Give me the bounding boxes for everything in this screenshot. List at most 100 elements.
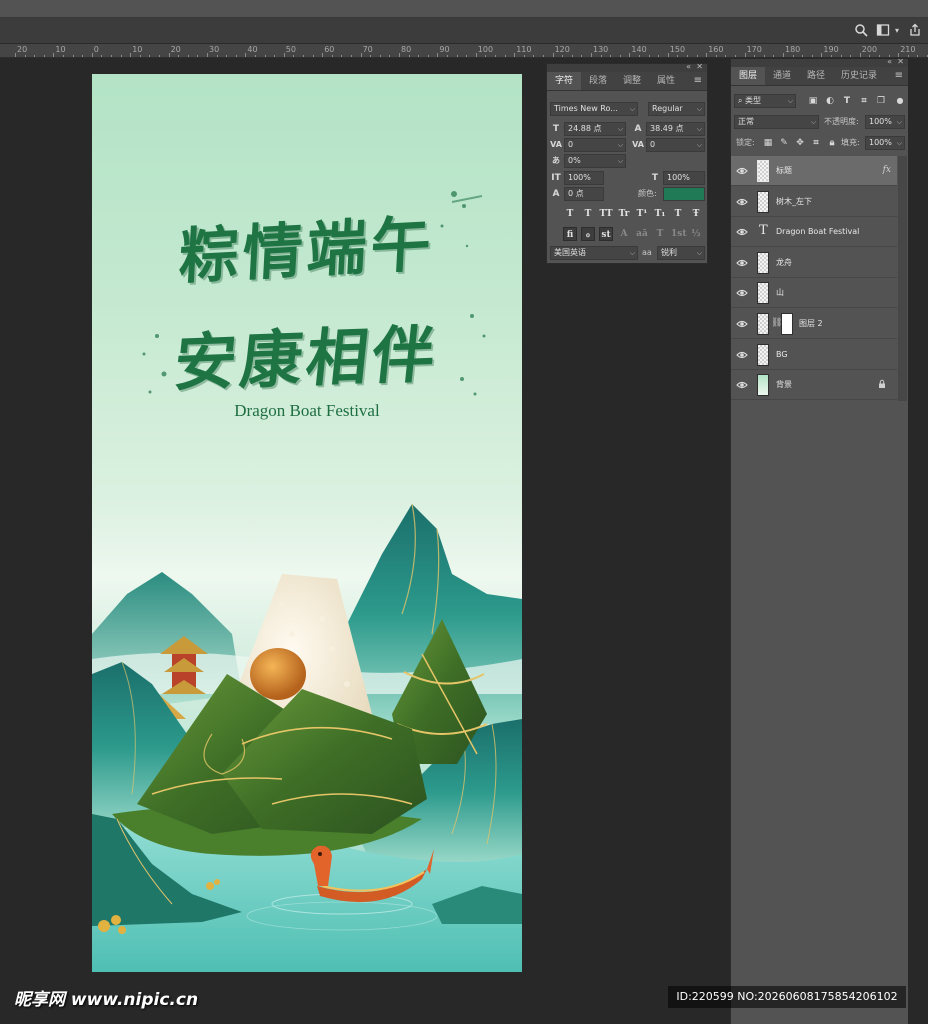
search-icon[interactable]	[853, 23, 869, 39]
ruler-minor-tick	[120, 55, 122, 57]
layer-effects-icon[interactable]: fx	[883, 165, 891, 175]
filter-shape-icon[interactable]: ⌗	[857, 94, 871, 108]
share-icon[interactable]	[907, 23, 923, 39]
lock-transparent-icon[interactable]: ▦	[761, 136, 775, 150]
tab-history[interactable]: 历史记录	[833, 67, 885, 85]
opentype-button[interactable]: fi	[563, 227, 577, 241]
tab-character[interactable]: 字符	[547, 72, 582, 90]
opentype-button[interactable]: aā	[635, 227, 649, 241]
ruler-tick	[744, 53, 746, 57]
ruler-tick-label: 20	[170, 45, 181, 54]
filter-type-icon[interactable]: T	[840, 94, 854, 108]
font-family-select[interactable]: Times New Ro... ⌵	[550, 102, 638, 116]
tab-properties[interactable]: 属性	[649, 72, 683, 90]
layer-row[interactable]: 树木_左下	[731, 186, 897, 217]
visibility-eye-icon[interactable]	[736, 379, 748, 391]
collapse-icon[interactable]: «	[887, 57, 892, 66]
panel-menu-icon[interactable]: ≡	[694, 75, 702, 86]
type-style-button[interactable]: T¹	[635, 207, 649, 221]
horizontal-scale-field[interactable]: 100%	[663, 171, 705, 185]
document-canvas[interactable]: 粽情端午 安康相伴 Dragon Boat Festival	[92, 74, 522, 972]
lock-all-icon[interactable]: 🔒︎	[825, 136, 839, 150]
text-color-swatch[interactable]	[663, 187, 705, 201]
panel-header-strip[interactable]: « ✕	[547, 62, 707, 72]
type-style-button[interactable]: T	[671, 207, 685, 221]
blend-mode-select[interactable]: 正常 ⌵	[734, 115, 819, 129]
visibility-eye-icon[interactable]	[736, 226, 748, 238]
lock-artboard-icon[interactable]: ⌗	[809, 136, 823, 150]
layer-filter-select[interactable]: ⌕ 类型 ⌵	[734, 94, 796, 108]
visibility-eye-icon[interactable]	[736, 165, 748, 177]
tsume-field[interactable]: 0% ⌵	[564, 154, 626, 168]
type-style-button[interactable]: T	[581, 207, 595, 221]
layer-row[interactable]: ⛓ 图层 2	[731, 309, 897, 339]
layers-scrollbar[interactable]	[898, 156, 907, 401]
layer-row[interactable]: T Dragon Boat Festival	[731, 217, 897, 248]
tab-layers[interactable]: 图层	[731, 67, 766, 85]
opentype-button[interactable]: A	[617, 227, 631, 241]
language-select[interactable]: 美国英语 ⌵	[550, 246, 638, 260]
type-style-button[interactable]: Ŧ	[689, 207, 703, 221]
layer-row[interactable]: 山	[731, 278, 897, 309]
opacity-field[interactable]: 100% ⌵	[865, 115, 905, 129]
filter-smart-object-icon[interactable]: ❐	[874, 94, 888, 108]
horizontal-ruler[interactable]: 20 10 0 10 20 30 40 50 60 70 80 90 100 110 120 130 140 15…	[0, 44, 928, 58]
type-style-button[interactable]: TT	[599, 207, 613, 221]
ruler-minor-tick	[351, 55, 352, 57]
character-panel-tabs: 字符 段落 调整 属性 ≡	[547, 72, 707, 91]
leading-field[interactable]: 38.49 点 ⌵	[646, 122, 705, 136]
opentype-button[interactable]: ½	[689, 227, 703, 241]
layers-panel-header-strip[interactable]: « ✕	[731, 57, 908, 67]
options-bar: ▾	[0, 18, 928, 44]
tab-channels[interactable]: 通道	[765, 67, 799, 85]
antialias-select[interactable]: 锐利 ⌵	[657, 246, 705, 260]
layers-panel-tabs: 图层 通道 路径 历史记录 ≡	[731, 67, 908, 86]
visibility-eye-icon[interactable]	[736, 257, 748, 269]
layer-row[interactable]: BG	[731, 339, 897, 370]
visibility-eye-icon[interactable]	[736, 318, 748, 330]
tab-paths[interactable]: 路径	[799, 67, 833, 85]
tracking-field[interactable]: 0 ⌵	[646, 138, 705, 152]
character-panel: « ✕ 字符 段落 调整 属性 ≡ Times New Ro... ⌵ Regul…	[546, 62, 708, 264]
font-size-field[interactable]: 24.88 点 ⌵	[564, 122, 626, 136]
type-style-button[interactable]: T₁	[653, 207, 667, 221]
lock-pixels-icon[interactable]: ✎	[777, 136, 791, 150]
chevron-down-icon[interactable]: ▾	[893, 23, 901, 39]
lock-icon[interactable]	[877, 379, 887, 389]
visibility-eye-icon[interactable]	[736, 196, 748, 208]
opentype-button[interactable]: 1st	[671, 227, 687, 241]
font-style-select[interactable]: Regular ⌵	[648, 102, 705, 116]
visibility-eye-icon[interactable]	[736, 349, 748, 361]
ruler-minor-tick	[456, 55, 458, 57]
vertical-scale-field[interactable]: 100%	[564, 171, 604, 185]
close-icon[interactable]: ✕	[696, 62, 703, 71]
ruler-minor-tick	[754, 55, 756, 57]
ruler-tick-label: 90	[439, 45, 450, 54]
layer-row[interactable]: 标题 fx	[731, 156, 897, 186]
layer-row[interactable]: 背景	[731, 370, 897, 401]
filter-adjustment-icon[interactable]: ◐	[823, 94, 837, 108]
opentype-button[interactable]: st	[599, 227, 613, 241]
layer-mask-thumbnail[interactable]	[781, 313, 793, 335]
kerning-field[interactable]: 0 ⌵	[564, 138, 626, 152]
close-icon[interactable]: ✕	[897, 57, 904, 66]
type-style-button[interactable]: T	[563, 207, 577, 221]
filter-pixel-icon[interactable]: ▣	[806, 94, 820, 108]
filter-toggle-icon[interactable]: ●	[893, 94, 907, 108]
layer-row[interactable]: 龙舟	[731, 247, 897, 278]
workspace-icon[interactable]	[875, 23, 891, 39]
baseline-shift-field[interactable]: 0 点	[564, 187, 604, 201]
fill-field[interactable]: 100% ⌵	[865, 136, 905, 150]
lock-position-icon[interactable]: ✥	[793, 136, 807, 150]
ruler-minor-tick	[187, 55, 189, 57]
tab-adjustments[interactable]: 调整	[615, 72, 649, 90]
tab-paragraph[interactable]: 段落	[581, 72, 615, 90]
visibility-eye-icon[interactable]	[736, 287, 748, 299]
layer-name: 树木_左下	[776, 196, 812, 206]
opentype-button[interactable]: T	[653, 227, 667, 241]
type-style-button[interactable]: Tr	[617, 207, 631, 221]
ruler-minor-tick	[149, 55, 151, 57]
collapse-icon[interactable]: «	[686, 62, 691, 71]
opentype-button[interactable]: ℴ	[581, 227, 595, 241]
panel-menu-icon[interactable]: ≡	[895, 70, 903, 81]
